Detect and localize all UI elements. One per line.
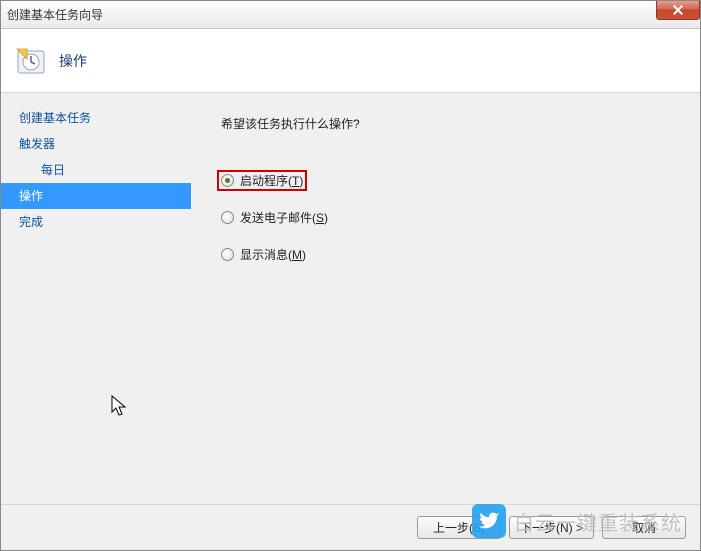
radio-row-show-message[interactable]: 显示消息(M)	[217, 244, 676, 265]
back-button[interactable]: 上一步(B)	[417, 516, 501, 539]
sidebar: 创建基本任务 触发器 每日 操作 完成	[1, 93, 191, 504]
close-button[interactable]	[656, 1, 700, 20]
next-button[interactable]: 下一步(N) >	[509, 516, 594, 539]
radio-label-send-email: 发送电子邮件(S)	[240, 209, 328, 226]
wizard-footer: 上一步(B) 下一步(N) > 取消	[1, 504, 700, 550]
sidebar-item-finish[interactable]: 完成	[1, 209, 191, 235]
radio-label-start-program: 启动程序(T)	[240, 172, 303, 189]
page-title: 操作	[59, 51, 87, 71]
sidebar-item-create-basic-task[interactable]: 创建基本任务	[1, 105, 191, 131]
wizard-window: 创建基本任务向导 操作 创建基本任务 触发器 每日 操作 完成 希望该任务执行什…	[0, 0, 701, 551]
prompt-text: 希望该任务执行什么操作?	[221, 115, 676, 132]
clock-task-icon	[15, 45, 47, 77]
radio-row-send-email[interactable]: 发送电子邮件(S)	[217, 207, 676, 228]
wizard-body: 创建基本任务 触发器 每日 操作 完成 希望该任务执行什么操作? 启动程序(T)…	[1, 93, 700, 504]
window-title: 创建基本任务向导	[7, 6, 103, 23]
radio-send-email[interactable]	[221, 211, 234, 224]
action-radio-group: 启动程序(T) 发送电子邮件(S) 显示消息(M)	[217, 170, 676, 265]
titlebar: 创建基本任务向导	[1, 1, 700, 29]
radio-show-message[interactable]	[221, 248, 234, 261]
sidebar-item-trigger[interactable]: 触发器	[1, 131, 191, 157]
close-icon	[673, 5, 683, 15]
radio-start-program[interactable]	[221, 174, 234, 187]
sidebar-item-action[interactable]: 操作	[1, 183, 191, 209]
cancel-button[interactable]: 取消	[602, 516, 686, 539]
content-pane: 希望该任务执行什么操作? 启动程序(T) 发送电子邮件(S) 显示消息(M)	[191, 93, 700, 504]
radio-row-start-program[interactable]: 启动程序(T)	[217, 170, 307, 191]
wizard-header: 操作	[1, 29, 700, 93]
radio-label-show-message: 显示消息(M)	[240, 246, 306, 263]
sidebar-item-daily[interactable]: 每日	[1, 157, 191, 183]
